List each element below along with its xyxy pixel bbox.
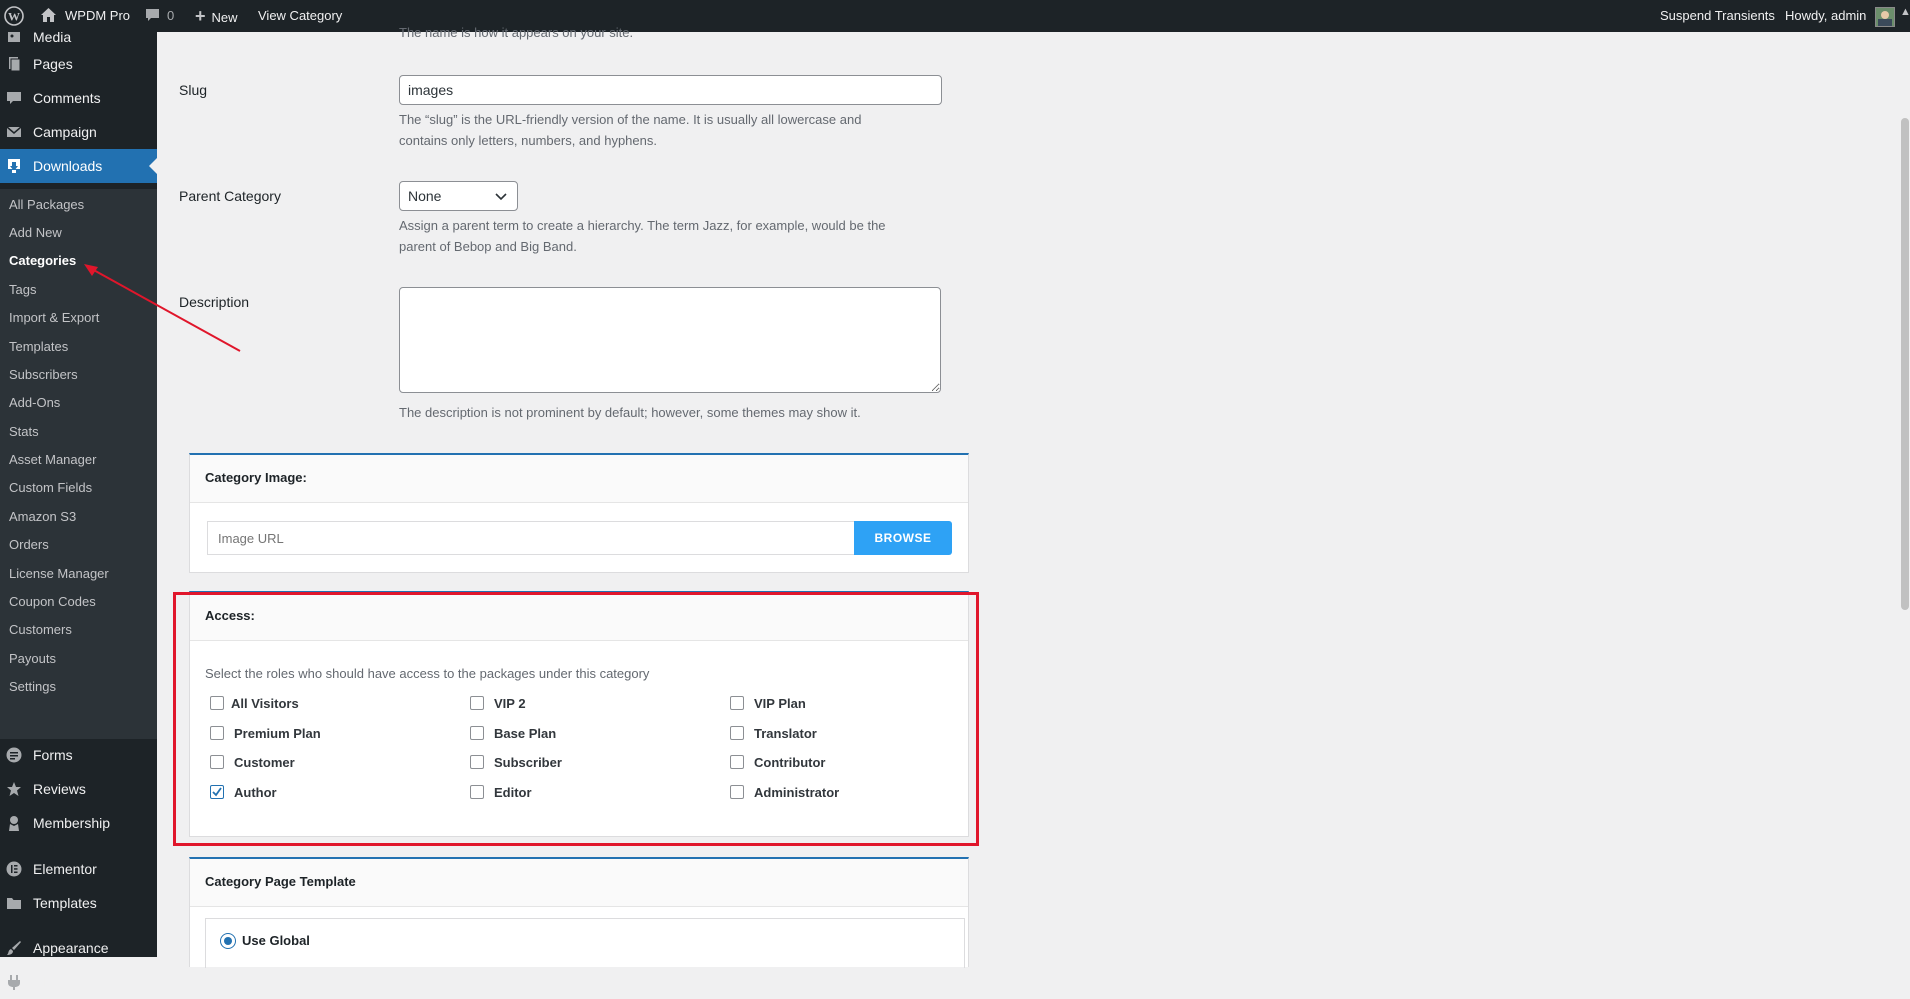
pages-icon	[9, 57, 21, 72]
menu-label: Forms	[33, 747, 73, 763]
slug-help-line-1: The “slug” is the URL-friendly version o…	[399, 112, 862, 127]
parent-category-select[interactable]: None	[399, 181, 518, 211]
slug-help-line-2: contains only letters, numbers, and hyph…	[399, 133, 657, 148]
radio-dot	[224, 937, 232, 945]
howdy-label: Howdy, admin	[1785, 8, 1867, 23]
page-scrollbar[interactable]	[1900, 32, 1910, 957]
description-textarea[interactable]	[399, 287, 941, 393]
page-template-panel: Category Page Template Use Global	[189, 857, 969, 968]
slug-label: Slug	[179, 82, 208, 98]
submenu-asset-manager[interactable]: Asset Manager	[9, 450, 96, 470]
menu-label: Campaign	[33, 124, 97, 140]
plugin-icon	[8, 975, 20, 990]
submenu-customers[interactable]: Customers	[9, 620, 72, 640]
menu-label: Elementor	[33, 861, 97, 877]
submenu-license-manager[interactable]: License Manager	[9, 564, 109, 584]
page-template-panel-header: Category Page Template	[190, 859, 968, 907]
submenu-templates[interactable]: Templates	[9, 337, 68, 357]
menu-label: Membership	[33, 815, 111, 831]
plus-icon: +	[195, 6, 206, 26]
template-option-box: Use Global	[205, 918, 965, 968]
submenu-orders[interactable]: Orders	[9, 535, 49, 555]
folder-icon	[7, 898, 21, 909]
menu-appearance[interactable]: Appearance	[0, 931, 157, 965]
slug-input[interactable]	[399, 75, 942, 105]
account-menu[interactable]: Howdy, admin	[1785, 0, 1866, 32]
submenu-coupon-codes[interactable]: Coupon Codes	[9, 592, 96, 612]
menu-label: Downloads	[33, 158, 103, 174]
download-icon	[8, 159, 20, 173]
chevron-down-icon	[495, 193, 507, 201]
name-help-text: The name is how it appears on your site.	[399, 25, 634, 40]
submenu-add-ons[interactable]: Add-Ons	[9, 393, 60, 413]
menu-label: Templates	[33, 895, 97, 911]
new-label: New	[211, 10, 238, 25]
description-help-text: The description is not prominent by defa…	[399, 405, 861, 420]
menu-label: Appearance	[33, 940, 109, 956]
submenu-all-packages[interactable]: All Packages	[9, 195, 84, 215]
menu-label: Plugins	[33, 974, 79, 990]
menu-pages[interactable]: Pages	[0, 47, 157, 81]
page-template-title: Category Page Template	[205, 874, 356, 889]
menu-membership[interactable]: Membership	[0, 806, 157, 840]
use-global-label: Use Global	[242, 933, 310, 948]
slug-help-text: The “slug” is the URL-friendly version o…	[399, 109, 861, 151]
media-icon	[8, 32, 20, 42]
menu-label: Pages	[33, 56, 73, 72]
radio-button-selected[interactable]	[220, 933, 236, 949]
parent-category-label: Parent Category	[179, 188, 281, 204]
submenu-subscribers[interactable]: Subscribers	[9, 365, 78, 385]
parent-help-text: Assign a parent term to create a hierarc…	[399, 215, 886, 257]
submenu-add-new[interactable]: Add New	[9, 223, 62, 243]
submenu-categories[interactable]: Categories	[9, 251, 76, 271]
brush-icon	[7, 941, 21, 955]
caret-up-icon: ▲	[1900, 6, 1910, 18]
parent-help-line-1: Assign a parent term to create a hierarc…	[399, 218, 886, 233]
membership-icon	[9, 816, 19, 831]
annotation-arrow-icon	[84, 264, 241, 352]
mail-icon	[6, 126, 22, 137]
submenu-stats[interactable]: Stats	[9, 422, 39, 442]
category-image-panel: Category Image: BROWSE	[189, 453, 969, 573]
menu-forms[interactable]: Forms	[0, 738, 157, 772]
suspend-transients-link[interactable]: Suspend Transients	[1660, 0, 1775, 32]
admin-sidebar: Media Pages Comments Campaign Downloads …	[0, 29, 157, 990]
new-content-link[interactable]: + New	[195, 0, 238, 32]
menu-elementor[interactable]: Elementor	[0, 852, 157, 886]
elementor-icon	[6, 861, 22, 877]
menu-comments[interactable]: Comments	[0, 81, 157, 115]
category-image-panel-header: Category Image:	[190, 455, 968, 503]
active-menu-pointer	[149, 158, 157, 174]
comments-count: 0	[167, 8, 175, 23]
submenu-amazon-s3[interactable]: Amazon S3	[9, 507, 76, 527]
view-category-link[interactable]: View Category	[258, 0, 342, 32]
submenu-settings[interactable]: Settings	[9, 677, 56, 697]
menu-templates[interactable]: Templates	[0, 886, 157, 920]
menu-campaign[interactable]: Campaign	[0, 115, 157, 149]
submenu-tags[interactable]: Tags	[9, 280, 36, 300]
menu-label: Comments	[33, 90, 101, 106]
admin-bar: W WPDM Pro 0 + New View Category Suspend …	[0, 0, 1910, 32]
avatar[interactable]	[1875, 7, 1895, 27]
star-icon	[7, 782, 21, 796]
menu-plugins[interactable]: Plugins	[0, 965, 157, 999]
comments-icon	[7, 92, 21, 104]
submenu-custom-fields[interactable]: Custom Fields	[9, 478, 92, 498]
menu-label: Reviews	[33, 781, 86, 797]
menu-downloads[interactable]: Downloads	[0, 149, 157, 183]
scrollbar-thumb[interactable]	[1901, 118, 1909, 610]
submenu-payouts[interactable]: Payouts	[9, 649, 56, 669]
browse-button[interactable]: BROWSE	[854, 521, 952, 555]
image-url-input[interactable]	[207, 521, 858, 555]
category-image-title: Category Image:	[205, 470, 307, 485]
menu-reviews[interactable]: Reviews	[0, 772, 157, 806]
parent-category-value: None	[408, 188, 442, 204]
parent-help-line-2: parent of Bebop and Big Band.	[399, 239, 577, 254]
access-highlight-box	[173, 592, 979, 846]
forms-icon	[6, 747, 22, 763]
